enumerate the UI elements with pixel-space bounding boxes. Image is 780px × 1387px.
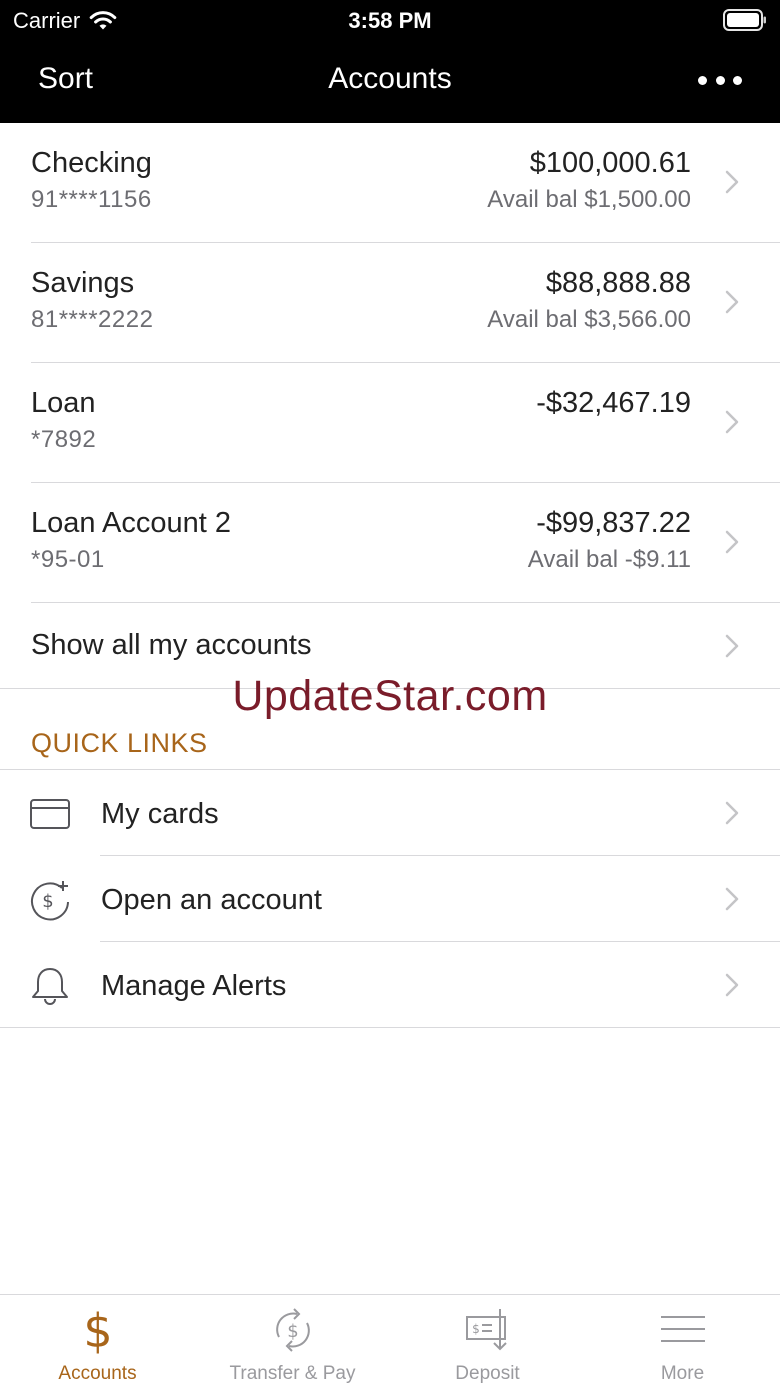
- navigation-bar: Sort Accounts: [0, 40, 780, 123]
- available-balance: Avail bal $1,500.00: [487, 186, 691, 213]
- svg-text:$: $: [42, 891, 53, 912]
- account-balance: $100,000.61: [529, 147, 691, 179]
- chevron-right-icon: [725, 801, 739, 825]
- ellipsis-icon: [698, 75, 707, 85]
- tab-transfer-pay[interactable]: $ Transfer & Pay: [195, 1295, 390, 1387]
- chevron-right-icon: [725, 973, 739, 997]
- show-all-accounts-label: Show all my accounts: [31, 629, 312, 661]
- chevron-right-icon: [725, 634, 739, 658]
- account-name: Loan Account 2: [31, 507, 231, 539]
- bell-icon: [32, 968, 68, 1005]
- quick-link-manage-alerts[interactable]: Manage Alerts: [0, 942, 780, 1028]
- page-title: Accounts: [328, 62, 452, 95]
- tab-label: Deposit: [455, 1363, 520, 1384]
- tab-bar: $ Accounts $ Transfer & Pay $ Deposit Mo…: [0, 1294, 780, 1387]
- account-balance: -$99,837.22: [536, 507, 691, 539]
- ellipsis-icon: [733, 75, 742, 85]
- quick-links-header: QUICK LINKS: [31, 728, 208, 758]
- account-row-loan-account-2[interactable]: Loan Account 2 *95-01 -$99,837.22 Avail …: [0, 483, 780, 603]
- tab-label: Accounts: [58, 1363, 137, 1384]
- credit-card-icon: [30, 799, 70, 829]
- sort-button[interactable]: Sort: [38, 62, 93, 96]
- chevron-right-icon: [725, 290, 739, 314]
- more-options-button[interactable]: [698, 68, 742, 92]
- battery-icon: [723, 9, 766, 31]
- tab-more[interactable]: More: [585, 1295, 780, 1387]
- account-row-savings[interactable]: Savings 81****2222 $88,888.88 Avail bal …: [0, 243, 780, 363]
- check-deposit-icon: $: [465, 1309, 507, 1351]
- tab-label: More: [660, 1363, 705, 1384]
- quick-link-label: Manage Alerts: [101, 970, 287, 1002]
- chevron-right-icon: [725, 410, 739, 434]
- dollar-icon: $: [83, 1305, 112, 1355]
- svg-text:$: $: [287, 1321, 298, 1342]
- tab-deposit[interactable]: $ Deposit: [390, 1295, 585, 1387]
- account-balance: -$32,467.19: [536, 387, 691, 419]
- ellipsis-icon: [715, 75, 725, 85]
- chevron-right-icon: [725, 170, 739, 194]
- account-row-checking[interactable]: Checking 91****1156 $100,000.61 Avail ba…: [0, 123, 780, 243]
- chevron-right-icon: [725, 887, 739, 911]
- watermark: UpdateStar.com: [232, 672, 548, 720]
- quick-link-label: My cards: [101, 798, 219, 830]
- available-balance: Avail bal $3,566.00: [487, 306, 691, 333]
- accounts-list: Checking 91****1156 $100,000.61 Avail ba…: [0, 123, 780, 689]
- account-number: *95-01: [31, 546, 105, 573]
- account-number: 91****1156: [31, 186, 152, 213]
- account-name: Loan: [31, 387, 96, 419]
- svg-text:$: $: [472, 1322, 480, 1336]
- status-time: 3:58 PM: [348, 8, 432, 33]
- account-number: 81****2222: [31, 306, 154, 333]
- transfer-icon: $: [275, 1308, 310, 1352]
- quick-links-list: My cards $ Open an account Manage Alerts: [0, 769, 780, 1028]
- svg-text:$: $: [83, 1305, 112, 1355]
- tab-accounts[interactable]: $ Accounts: [0, 1295, 195, 1387]
- dollar-plus-icon: $: [31, 881, 69, 921]
- tab-label: Transfer & Pay: [229, 1363, 356, 1384]
- account-name: Savings: [31, 267, 135, 299]
- account-name: Checking: [31, 147, 152, 179]
- account-number: *7892: [31, 426, 97, 453]
- quick-link-label: Open an account: [101, 884, 322, 916]
- account-balance: $88,888.88: [545, 267, 691, 299]
- quick-link-open-account[interactable]: $ Open an account: [0, 856, 780, 942]
- account-row-loan[interactable]: Loan *7892 -$32,467.19: [0, 363, 780, 483]
- menu-icon: [660, 1316, 705, 1342]
- available-balance: Avail bal -$9.11: [527, 546, 691, 573]
- quick-link-my-cards[interactable]: My cards: [0, 770, 780, 856]
- status-bar: Carrier 3:58 PM: [0, 0, 780, 40]
- header: Carrier 3:58 PM Sort Accounts: [0, 0, 780, 123]
- chevron-right-icon: [725, 530, 739, 554]
